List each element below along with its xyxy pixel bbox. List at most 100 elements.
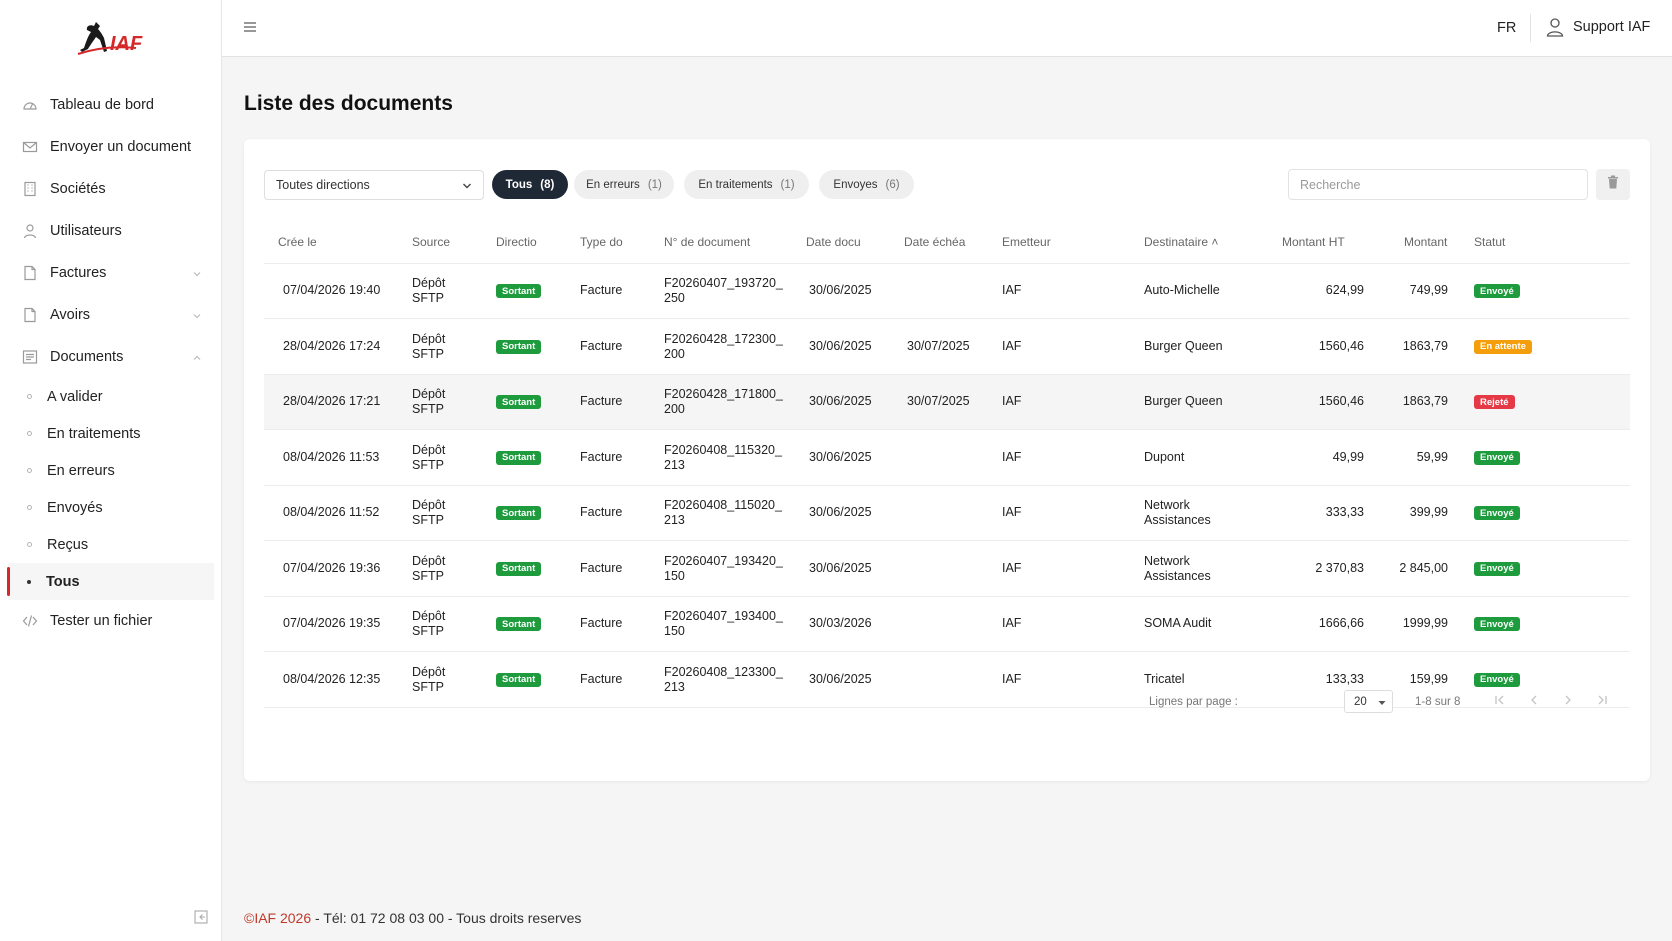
- header-amount[interactable]: Montant: [1404, 235, 1464, 249]
- tab-count: (1): [780, 178, 795, 191]
- bullet-icon: [27, 394, 32, 399]
- tab-errors[interactable]: En erreurs (1): [574, 170, 674, 199]
- cell-doc-date: 30/06/2025: [809, 338, 872, 353]
- tab-all[interactable]: Tous (8): [492, 170, 568, 199]
- direction-badge: Sortant: [496, 617, 542, 631]
- header-direction[interactable]: Directio: [496, 235, 542, 249]
- table-row[interactable]: 07/04/2026 19:36 Dépôt SFTP Facture F2026040…: [264, 542, 1630, 597]
- page-title: Liste des documents: [244, 92, 453, 115]
- cell-due-date: 30/07/2025: [907, 338, 970, 353]
- cell-doc-number-line1: F20260407_193400_: [664, 609, 783, 623]
- header-recipient[interactable]: Destinataire ˄: [1144, 235, 1244, 249]
- previous-page-icon[interactable]: [1526, 692, 1542, 708]
- sidebar-item-dashboard[interactable]: Tableau de bord: [0, 84, 222, 126]
- hamburger-menu-icon[interactable]: [242, 20, 258, 34]
- sidebar-item-label: Sociétés: [50, 181, 106, 197]
- cell-amount: 1863,79: [1402, 394, 1448, 408]
- sidebar-item-send-document[interactable]: Envoyer un document: [0, 126, 222, 168]
- header-type[interactable]: Type do: [580, 235, 626, 249]
- topbar-divider: [1530, 14, 1531, 42]
- cell-doc-number-line1: F20260428_172300_: [664, 331, 783, 346]
- header-doc-number[interactable]: N° de document: [664, 235, 784, 249]
- cell-source-line2: SFTP: [412, 679, 444, 694]
- cell-amount-ht: 1560,46: [1318, 394, 1364, 408]
- cell-created: 28/04/2026 17:21: [283, 394, 381, 408]
- sidebar-subitem-processing[interactable]: En traitements: [0, 415, 222, 452]
- tab-processing[interactable]: En traitements (1): [684, 170, 809, 199]
- sidebar-item-label: Documents: [50, 349, 124, 365]
- cell-amount-ht: 2 370,83: [1315, 560, 1364, 575]
- table-header: Crée le Source Directio Type do N° de do…: [264, 219, 1630, 264]
- status-badge: Rejeté: [1474, 395, 1515, 409]
- search-input[interactable]: [1288, 169, 1588, 200]
- header-doc-date[interactable]: Date docu: [806, 235, 868, 249]
- sidebar-item-label: Avoirs: [50, 307, 91, 323]
- cell-created: 07/04/2026 19:35: [283, 616, 381, 630]
- sidebar-item-credit-notes[interactable]: Avoirs: [0, 294, 222, 336]
- sidebar-subitem-label: Tous: [46, 573, 80, 590]
- sidebar-item-label: Tableau de bord: [50, 97, 154, 113]
- cell-recipient: Auto-Michelle: [1144, 283, 1220, 297]
- tab-sent[interactable]: Envoyes (6): [819, 170, 914, 199]
- cell-issuer: IAF: [1002, 449, 1022, 464]
- cell-issuer: IAF: [1002, 560, 1022, 575]
- iaf-logo[interactable]: IAF: [76, 18, 156, 60]
- sidebar-item-documents[interactable]: Documents: [0, 336, 222, 378]
- cell-amount: 2 845,00: [1399, 560, 1448, 575]
- code-icon: [22, 613, 38, 629]
- dashboard-icon: [22, 97, 38, 113]
- cell-created: 08/04/2026 11:53: [283, 449, 380, 464]
- cell-doc-date: 30/03/2026: [809, 616, 872, 630]
- documents-card: Toutes directions Tous (8) En erreurs (1) …: [244, 139, 1650, 781]
- bullet-icon: [27, 431, 32, 436]
- sidebar-subitem-errors[interactable]: En erreurs: [0, 452, 222, 489]
- header-created[interactable]: Crée le: [278, 235, 388, 249]
- header-source[interactable]: Source: [412, 235, 482, 249]
- header-amount-ht[interactable]: Montant HT: [1282, 235, 1362, 249]
- table-row[interactable]: 08/04/2026 11:52 Dépôt SFTP Facture F2026040…: [264, 486, 1630, 541]
- clear-filters-button[interactable]: [1596, 169, 1630, 200]
- table-row[interactable]: 07/04/2026 19:35 Dépôt SFTP Facture F2026040…: [264, 597, 1630, 652]
- file-icon: [22, 307, 38, 323]
- rows-per-page-select[interactable]: 20: [1344, 690, 1393, 713]
- header-issuer[interactable]: Emetteur: [1002, 235, 1072, 249]
- cell-doc-number-line2: 150: [664, 624, 685, 638]
- cell-source-line1: Dépôt: [412, 609, 446, 623]
- table-row[interactable]: 28/04/2026 17:21 Dépôt SFTP Facture F2026042…: [264, 375, 1630, 430]
- sidebar-item-invoices[interactable]: Factures: [0, 252, 222, 294]
- cell-amount: 159,99: [1409, 671, 1448, 686]
- language-selector[interactable]: FR: [1497, 20, 1516, 36]
- direction-badge: Sortant: [496, 561, 542, 576]
- table-row[interactable]: 08/04/2026 11:53 Dépôt SFTP Facture F2026040…: [264, 431, 1630, 486]
- sidebar-subitem-all[interactable]: Tous: [7, 563, 214, 600]
- table-row[interactable]: 28/04/2026 17:24 Dépôt SFTP Facture F2026042…: [264, 320, 1630, 375]
- sidebar-subitem-received[interactable]: Reçus: [0, 526, 222, 563]
- next-page-icon[interactable]: [1560, 692, 1576, 708]
- table-row[interactable]: 07/04/2026 19:40 Dépôt SFTP Facture F2026040…: [264, 264, 1630, 319]
- direction-select[interactable]: Toutes directions: [264, 170, 484, 200]
- cell-amount-ht: 1560,46: [1318, 338, 1364, 353]
- cell-source-line1: Dépôt: [412, 387, 446, 401]
- status-badge: Envoyé: [1474, 561, 1520, 576]
- cell-created: 08/04/2026 12:35: [283, 671, 381, 686]
- trash-icon: [1607, 175, 1619, 194]
- sidebar: IAF Tableau de bord Envoyer un document …: [0, 0, 222, 941]
- sidebar-subitem-sent[interactable]: Envoyés: [0, 489, 222, 526]
- sidebar-item-label: Factures: [50, 265, 107, 281]
- user-menu[interactable]: Support IAF: [1546, 17, 1650, 37]
- sidebar-item-companies[interactable]: Sociétés: [0, 168, 222, 210]
- pagination-range: 1-8 sur 8: [1415, 696, 1461, 708]
- cell-recipient: Burger Queen: [1144, 394, 1223, 408]
- sidebar-subitem-to-validate[interactable]: A valider: [0, 378, 222, 415]
- sidebar-item-users[interactable]: Utilisateurs: [0, 210, 222, 252]
- footer-text: - Tél: 01 72 08 03 00 - Tous droits rese…: [311, 910, 582, 926]
- header-status[interactable]: Statut: [1474, 235, 1534, 249]
- tab-count: (8): [540, 178, 555, 191]
- first-page-icon[interactable]: [1492, 692, 1508, 708]
- cell-amount: 1863,79: [1402, 338, 1448, 353]
- header-due-date[interactable]: Date échéa: [904, 235, 966, 249]
- sidebar-item-label: Utilisateurs: [50, 223, 122, 239]
- collapse-sidebar-icon[interactable]: [194, 910, 208, 924]
- last-page-icon[interactable]: [1594, 692, 1610, 708]
- sidebar-item-test-file[interactable]: Tester un fichier: [0, 600, 222, 642]
